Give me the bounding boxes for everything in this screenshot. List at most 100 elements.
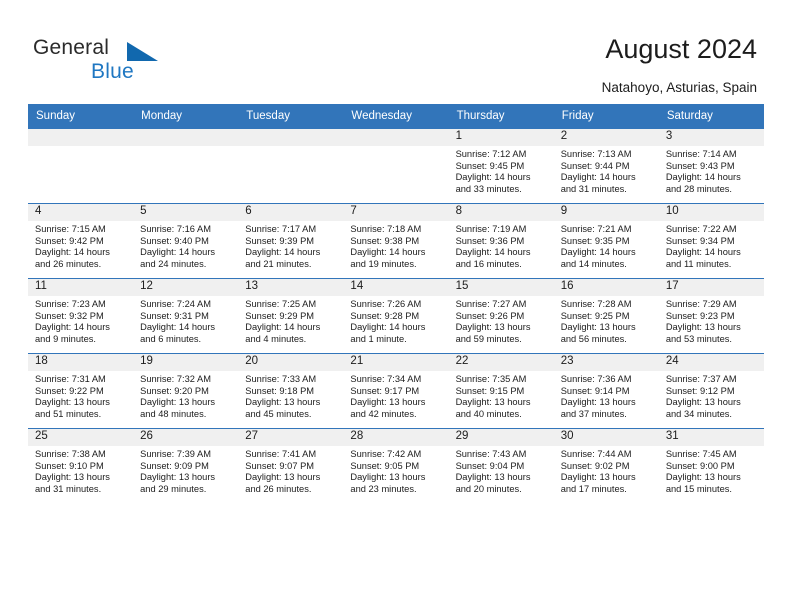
logo-text-general: General	[33, 36, 110, 59]
daylight-duration-line1: Daylight: 14 hours	[350, 322, 426, 333]
calendar-day-cell[interactable]: 15 Sunrise: 7:27 AM Sunset: 9:26 PM Dayligh…	[448, 278, 554, 354]
daylight-duration-line1: Daylight: 13 hours	[35, 397, 110, 408]
calendar-day-cell[interactable]: 20 Sunrise: 7:33 AM Sunset: 9:18 PM Dayligh…	[238, 353, 344, 429]
daylight-duration-line1: Daylight: 14 hours	[245, 322, 321, 333]
calendar-body: 1 Sunrise: 7:12 AM Sunset: 9:45 PM Daylight…	[28, 128, 764, 503]
daylight-duration-line2: and 17 minutes.	[560, 483, 627, 494]
day-number: 11	[28, 279, 134, 296]
calendar-week-row: 18 Sunrise: 7:31 AM Sunset: 9:22 PM Dayligh…	[28, 353, 764, 429]
calendar-day-cell[interactable]: 6 Sunrise: 7:17 AM Sunset: 9:39 PM Daylight…	[238, 203, 344, 279]
day-number	[133, 129, 239, 146]
calendar-day-cell-empty	[343, 128, 449, 204]
calendar-day-cell[interactable]: 17 Sunrise: 7:29 AM Sunset: 9:23 PM Dayligh…	[658, 278, 764, 354]
daylight-duration-line1: Daylight: 13 hours	[455, 322, 531, 333]
calendar-day-cell[interactable]: 4 Sunrise: 7:15 AM Sunset: 9:42 PM Daylight…	[28, 203, 134, 279]
calendar-day-cell[interactable]: 31 Sunrise: 7:45 AM Sunset: 9:00 PM Dayligh…	[658, 428, 764, 503]
calendar-day-cell[interactable]: 11 Sunrise: 7:23 AM Sunset: 9:32 PM Dayligh…	[28, 278, 134, 354]
general-blue-logo[interactable]: General Blue	[33, 36, 183, 88]
calendar-week-row: 25 Sunrise: 7:38 AM Sunset: 9:10 PM Dayligh…	[28, 428, 764, 503]
sunrise-time: Sunrise: 7:43 AM	[455, 449, 527, 459]
calendar-day-cell[interactable]: 28 Sunrise: 7:42 AM Sunset: 9:05 PM Dayligh…	[343, 428, 449, 503]
daylight-duration-line1: Daylight: 14 hours	[140, 247, 216, 258]
sunset-time: Sunset: 9:28 PM	[350, 310, 420, 321]
calendar-day-cell[interactable]: 12 Sunrise: 7:24 AM Sunset: 9:31 PM Dayligh…	[133, 278, 239, 354]
daylight-duration-line2: and 20 minutes.	[455, 483, 522, 494]
calendar-week-row: 1 Sunrise: 7:12 AM Sunset: 9:45 PM Daylight…	[28, 128, 764, 204]
sunset-time: Sunset: 9:42 PM	[35, 235, 104, 246]
calendar-day-cell[interactable]: 7 Sunrise: 7:18 AM Sunset: 9:38 PM Daylight…	[343, 203, 449, 279]
day-number: 18	[28, 354, 134, 371]
calendar-day-cell[interactable]: 2 Sunrise: 7:13 AM Sunset: 9:44 PM Daylight…	[553, 128, 659, 204]
daylight-duration-line2: and 29 minutes.	[140, 483, 207, 494]
calendar-day-cell[interactable]: 3 Sunrise: 7:14 AM Sunset: 9:43 PM Daylight…	[658, 128, 764, 204]
daylight-duration-line2: and 6 minutes.	[140, 333, 202, 344]
day-details	[343, 146, 448, 149]
daylight-duration-line2: and 16 minutes.	[455, 258, 522, 269]
calendar-day-cell-empty	[238, 128, 344, 204]
calendar-day-cell[interactable]: 22 Sunrise: 7:35 AM Sunset: 9:15 PM Dayligh…	[448, 353, 554, 429]
day-details: Sunrise: 7:35 AM Sunset: 9:15 PM Daylight:…	[449, 371, 554, 420]
sunrise-time: Sunrise: 7:31 AM	[35, 374, 106, 384]
daylight-duration-line1: Daylight: 13 hours	[140, 397, 216, 408]
calendar-day-cell[interactable]: 30 Sunrise: 7:44 AM Sunset: 9:02 PM Dayligh…	[553, 428, 659, 503]
sunset-time: Sunset: 9:29 PM	[245, 310, 315, 321]
sunrise-time: Sunrise: 7:37 AM	[665, 374, 737, 384]
sunset-time: Sunset: 9:39 PM	[245, 235, 315, 246]
daylight-duration-line1: Daylight: 13 hours	[350, 397, 426, 408]
daylight-duration-line1: Daylight: 13 hours	[560, 322, 636, 333]
day-number	[343, 129, 449, 146]
sunset-time: Sunset: 9:00 PM	[665, 460, 735, 471]
sunrise-time: Sunrise: 7:23 AM	[35, 299, 106, 309]
daylight-duration-line2: and 19 minutes.	[350, 258, 417, 269]
daylight-duration-line1: Daylight: 14 hours	[350, 247, 426, 258]
sunset-time: Sunset: 9:02 PM	[560, 460, 630, 471]
weekday-header-thursday: Thursday	[448, 104, 554, 129]
day-number: 4	[28, 204, 134, 221]
daylight-duration-line2: and 28 minutes.	[665, 183, 732, 194]
day-details: Sunrise: 7:18 AM Sunset: 9:38 PM Daylight:…	[343, 221, 448, 270]
calendar-day-cell[interactable]: 23 Sunrise: 7:36 AM Sunset: 9:14 PM Dayligh…	[553, 353, 659, 429]
sunrise-time: Sunrise: 7:27 AM	[455, 299, 527, 309]
sunrise-time: Sunrise: 7:19 AM	[455, 224, 527, 234]
calendar-day-cell[interactable]: 21 Sunrise: 7:34 AM Sunset: 9:17 PM Dayligh…	[343, 353, 449, 429]
day-number: 14	[343, 279, 449, 296]
calendar-day-cell[interactable]: 27 Sunrise: 7:41 AM Sunset: 9:07 PM Dayligh…	[238, 428, 344, 503]
calendar-day-cell[interactable]: 1 Sunrise: 7:12 AM Sunset: 9:45 PM Daylight…	[448, 128, 554, 204]
daylight-duration-line1: Daylight: 13 hours	[245, 472, 321, 483]
day-number: 9	[553, 204, 659, 221]
calendar-day-cell[interactable]: 5 Sunrise: 7:16 AM Sunset: 9:40 PM Daylight…	[133, 203, 239, 279]
daylight-duration-line2: and 48 minutes.	[140, 408, 207, 419]
calendar-day-cell[interactable]: 13 Sunrise: 7:25 AM Sunset: 9:29 PM Dayligh…	[238, 278, 344, 354]
day-number: 10	[658, 204, 764, 221]
sunset-time: Sunset: 9:09 PM	[140, 460, 209, 471]
calendar-day-cell[interactable]: 16 Sunrise: 7:28 AM Sunset: 9:25 PM Dayligh…	[553, 278, 659, 354]
calendar-day-cell[interactable]: 8 Sunrise: 7:19 AM Sunset: 9:36 PM Daylight…	[448, 203, 554, 279]
daylight-duration-line2: and 31 minutes.	[560, 183, 627, 194]
sunrise-time: Sunrise: 7:45 AM	[665, 449, 737, 459]
calendar-day-cell[interactable]: 26 Sunrise: 7:39 AM Sunset: 9:09 PM Dayligh…	[133, 428, 239, 503]
daylight-duration-line1: Daylight: 13 hours	[350, 472, 426, 483]
daylight-duration-line1: Daylight: 14 hours	[560, 172, 636, 183]
calendar-day-cell[interactable]: 24 Sunrise: 7:37 AM Sunset: 9:12 PM Dayligh…	[658, 353, 764, 429]
calendar-day-cell[interactable]: 9 Sunrise: 7:21 AM Sunset: 9:35 PM Daylight…	[553, 203, 659, 279]
day-number: 27	[238, 429, 344, 446]
calendar-day-cell[interactable]: 18 Sunrise: 7:31 AM Sunset: 9:22 PM Dayligh…	[28, 353, 134, 429]
daylight-duration-line1: Daylight: 13 hours	[35, 472, 110, 483]
sunset-time: Sunset: 9:10 PM	[35, 460, 104, 471]
calendar-day-cell-empty	[28, 128, 134, 204]
calendar-day-cell[interactable]: 25 Sunrise: 7:38 AM Sunset: 9:10 PM Dayligh…	[28, 428, 134, 503]
calendar-day-cell[interactable]: 14 Sunrise: 7:26 AM Sunset: 9:28 PM Dayligh…	[343, 278, 449, 354]
day-number: 17	[658, 279, 764, 296]
daylight-duration-line1: Daylight: 13 hours	[560, 472, 636, 483]
calendar-day-cell[interactable]: 29 Sunrise: 7:43 AM Sunset: 9:04 PM Dayligh…	[448, 428, 554, 503]
daylight-duration-line2: and 9 minutes.	[35, 333, 96, 344]
calendar-day-cell[interactable]: 10 Sunrise: 7:22 AM Sunset: 9:34 PM Dayligh…	[658, 203, 764, 279]
triangle-icon	[127, 42, 158, 61]
day-number: 30	[553, 429, 659, 446]
day-details: Sunrise: 7:15 AM Sunset: 9:42 PM Daylight:…	[28, 221, 133, 270]
sunrise-time: Sunrise: 7:14 AM	[665, 149, 737, 159]
day-details: Sunrise: 7:41 AM Sunset: 9:07 PM Daylight:…	[238, 446, 343, 495]
sunset-time: Sunset: 9:44 PM	[560, 160, 630, 171]
calendar-day-cell[interactable]: 19 Sunrise: 7:32 AM Sunset: 9:20 PM Dayligh…	[133, 353, 239, 429]
logo-text-blue: Blue	[91, 60, 134, 83]
